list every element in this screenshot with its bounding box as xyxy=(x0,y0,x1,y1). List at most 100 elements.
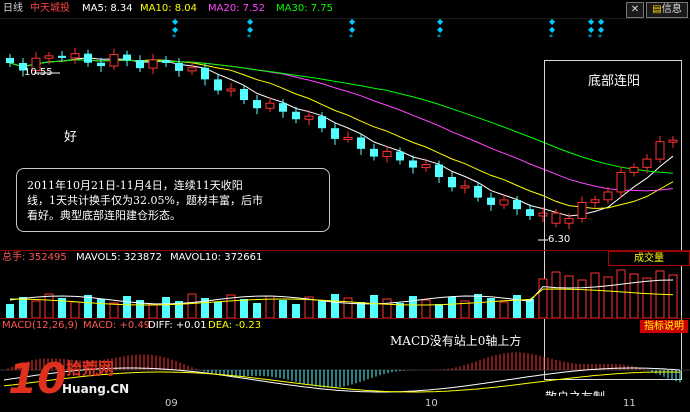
candle-down xyxy=(292,111,300,120)
volume-bar xyxy=(577,279,587,318)
candle-up xyxy=(109,54,119,67)
logo-mark: 10 xyxy=(8,354,67,403)
candle-up xyxy=(265,102,275,109)
volume-bar xyxy=(109,302,119,318)
candle-up xyxy=(343,136,353,140)
candle-down xyxy=(526,209,534,216)
logo-cn-name: 拾荒网 xyxy=(66,359,115,378)
candle-down xyxy=(513,199,521,210)
watermark-logo: 10 拾荒网 Huang.CN xyxy=(4,356,134,408)
signal-marker-glyph: * xyxy=(598,33,602,42)
volume-bar xyxy=(382,298,392,318)
signal-marker-icon: ◆◆* xyxy=(598,18,605,42)
volume-bar xyxy=(629,273,639,318)
volume-bar xyxy=(616,269,626,318)
volume-bar xyxy=(603,276,613,318)
note-line: 看好。典型底部连阳建仓形态。 xyxy=(27,209,181,222)
panel-divider xyxy=(0,318,690,319)
volume-bar xyxy=(474,294,482,318)
volume-bar xyxy=(292,304,300,318)
info-button-label: 信息 xyxy=(661,4,682,15)
macd-params-label: MACD(12,26,9) xyxy=(2,320,78,331)
volume-bar xyxy=(564,275,574,318)
mavol10-label: MAVOL10: 372661 xyxy=(170,252,263,263)
close-button[interactable]: ✕ xyxy=(626,2,644,18)
panel-divider xyxy=(0,250,690,251)
signal-marker-icon: ◆◆* xyxy=(588,18,595,42)
candle-up xyxy=(226,88,236,92)
note-line: 2011年10月21日-11月4日，连续11天收阳 xyxy=(27,179,243,192)
volume-bar xyxy=(331,294,339,318)
candle-down xyxy=(6,58,14,63)
volume-bar xyxy=(551,271,561,318)
candle-up xyxy=(304,115,314,120)
volume-bar xyxy=(421,299,431,318)
candle-down xyxy=(435,164,443,178)
candle-up xyxy=(499,199,509,206)
candle-up xyxy=(382,151,392,158)
macd-annotation: MACD没有站上0轴上方 xyxy=(390,334,522,348)
volume-bar xyxy=(526,299,534,318)
volume-bar xyxy=(44,293,54,318)
volume-bar xyxy=(590,272,600,318)
candle-down xyxy=(84,53,92,63)
candle-down xyxy=(370,148,378,157)
signal-marker-icon: ◆◆* xyxy=(247,18,254,42)
candle-down xyxy=(58,55,66,58)
annotation-good: 好 xyxy=(64,130,78,145)
volume-bar xyxy=(409,296,417,318)
volume-bar xyxy=(187,293,197,318)
candle-down xyxy=(97,62,105,67)
volume-bar xyxy=(162,297,170,318)
candle-down xyxy=(214,79,222,91)
volume-bar xyxy=(19,297,27,318)
indicator-help-label: 指标说明 xyxy=(644,321,684,332)
candle-down xyxy=(253,100,261,109)
candle-down xyxy=(409,160,417,168)
volume-bar xyxy=(214,302,222,318)
candle-up xyxy=(70,53,80,59)
annotation-note: 2011年10月21日-11月4日，连续11天收阳 线，1天共计换手仅为32.0… xyxy=(16,168,330,232)
mavol5-label: MAVOL5: 323872 xyxy=(76,252,163,263)
candle-down xyxy=(240,88,248,101)
x-tick: 11 xyxy=(623,398,636,409)
volume-bar xyxy=(435,304,443,318)
volume-bar xyxy=(31,300,41,318)
candle-down xyxy=(331,128,339,139)
info-icon: ▤ xyxy=(652,4,662,15)
volume-bar xyxy=(487,298,495,318)
highlight-title: 底部连阳 xyxy=(588,74,641,89)
signal-marker-glyph: * xyxy=(349,33,353,42)
volume-bar xyxy=(538,278,548,318)
diff-value-label: DIFF: +0.01 xyxy=(148,320,207,331)
candle-down xyxy=(201,67,209,80)
candle-down xyxy=(396,151,404,161)
volume-chart[interactable] xyxy=(0,264,690,318)
candle-up xyxy=(187,67,197,72)
volume-bar xyxy=(370,295,378,318)
signal-marker-icon: ◆◆* xyxy=(349,18,356,42)
volume-bar xyxy=(448,297,456,318)
volume-total-label: 总手: 352495 xyxy=(2,252,67,263)
candle-down xyxy=(357,137,365,149)
period-label[interactable]: 日线 xyxy=(3,3,23,15)
candle-down xyxy=(318,116,326,129)
volume-bar xyxy=(70,301,80,318)
volume-bar xyxy=(6,304,14,318)
signal-marker-glyph: * xyxy=(588,33,592,42)
candle-down xyxy=(279,103,287,112)
candle-down xyxy=(123,54,131,61)
candle-down xyxy=(448,177,456,188)
candle-up xyxy=(421,164,431,169)
ma20-label: MA20: 7.52 xyxy=(208,3,266,14)
ma5-label: MA5: 8.34 xyxy=(82,3,133,14)
info-button[interactable]: ▤信息 xyxy=(646,2,688,18)
candle-up xyxy=(148,59,158,69)
volume-bar xyxy=(240,299,248,318)
candle-down xyxy=(136,60,144,69)
dea-value-label: DEA: -0.23 xyxy=(208,320,262,331)
volume-badge-label: 成交量 xyxy=(634,253,664,264)
volume-bar xyxy=(148,303,158,318)
stock-name: 中天城投 xyxy=(30,3,70,14)
signal-marker-glyph: * xyxy=(247,33,251,42)
